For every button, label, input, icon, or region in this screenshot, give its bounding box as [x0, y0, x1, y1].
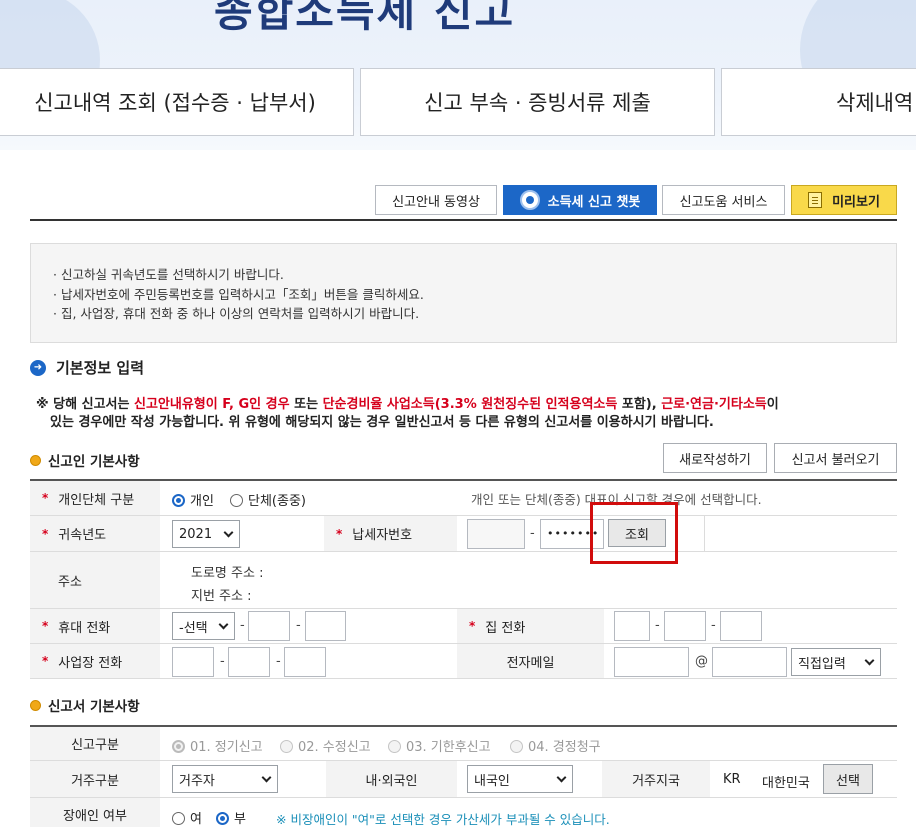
section-title-reporter: 신고인 기본사항: [30, 450, 140, 470]
lot-address: 지번 주소 :: [191, 589, 252, 604]
email-at-sign: @: [695, 654, 708, 669]
section-title-text: 기본정보 입력: [56, 359, 145, 377]
preview-label: 미리보기: [832, 194, 880, 210]
form-row-residence: 거주구분 거주자 내·외국인 내국인 거주지국 KR 대한민국 선택: [30, 761, 897, 798]
year-select[interactable]: 2021: [172, 520, 240, 548]
form-row-disabled: 장애인 여부 여 부 ※ 비장애인이 "여"로 선택한 경우 가산세가 부과될 …: [30, 798, 897, 827]
radio-unchecked-icon: [510, 740, 523, 753]
cell-divider: [704, 516, 705, 551]
orange-dot-icon: [30, 699, 41, 711]
arrow-right-icon: ➜: [30, 359, 46, 376]
chevron-down-icon: [556, 772, 567, 782]
home-phone-2[interactable]: [664, 611, 706, 641]
form-row-year: * 귀속년도 2021 * 납세자번호 - ••••••• 조회: [30, 516, 897, 552]
country-code: KR: [723, 772, 741, 787]
section-title-text: 신고서 기본사항: [48, 699, 140, 715]
label-business-phone: * 사업장 전화: [30, 644, 160, 678]
home-phone-1[interactable]: [614, 611, 650, 641]
radio-unchecked-icon: [388, 740, 401, 753]
radio-individual[interactable]: 개인: [172, 490, 214, 509]
label-residence: 거주구분: [30, 761, 160, 797]
form-row-type: * 개인단체 구분 개인 단체(종중) 개인 또는 단체(종중) 대표이 신고할 …: [30, 481, 897, 516]
chatbot-icon: [519, 190, 540, 210]
taxpayer-number-front[interactable]: [467, 519, 525, 549]
section-title-basic-info: ➜ 기본정보 입력: [30, 357, 144, 378]
report-basic-form: 신고구분 01. 정기신고 02. 수정신고 03. 기한후신고 04. 경정청…: [30, 725, 897, 827]
form-row-address: 주소 도로명 주소 : 지번 주소 :: [30, 552, 897, 609]
radio-unchecked-icon: [280, 740, 293, 753]
notice-line: · 집, 사업장, 휴대 전화 중 하나 이상의 연락처를 입력하시기 바랍니다…: [53, 306, 420, 321]
label-mobile: * 휴대 전화: [30, 609, 160, 643]
section-title-text: 신고인 기본사항: [48, 454, 140, 470]
business-phone-3[interactable]: [284, 647, 326, 677]
label-country: 거주지국: [602, 761, 710, 797]
notice-line: · 납세자번호에 주민등록번호를 입력하시고「조회」버튼을 클릭하세요.: [53, 286, 424, 302]
guide-video-button[interactable]: 신고안내 동영상: [375, 185, 497, 215]
preview-button[interactable]: 미리보기: [791, 185, 897, 215]
eligibility-warning: ※ 당해 신고서는 신고안내유형이 F, G인 경우 또는 단순경비율 사업소득…: [36, 397, 779, 430]
radio-checked-icon: [172, 494, 185, 507]
radio-disabled-no[interactable]: 부: [216, 808, 246, 827]
radio-disabled-yes[interactable]: 여: [172, 808, 202, 827]
country-name: 대한민국: [762, 776, 810, 791]
radio-late-report[interactable]: 03. 기한후신고: [388, 736, 491, 755]
label-type: * 개인단체 구분: [30, 481, 160, 515]
highlight-box: [590, 502, 678, 564]
email-domain-select[interactable]: 직접입력: [791, 648, 881, 676]
orange-dot-icon: [30, 454, 41, 466]
chevron-down-icon: [261, 772, 272, 782]
load-report-button[interactable]: 신고서 불러오기: [774, 443, 897, 473]
chevron-down-icon: [218, 619, 229, 629]
mobile-last-input[interactable]: [305, 611, 346, 641]
notice-box: · 신고하실 귀속년도를 선택하시기 바랍니다. · 납세자번호에 주민등록번호…: [30, 243, 897, 343]
disabled-note: ※ 비장애인이 "여"로 선택한 경우 가산세가 부과될 수 있습니다.: [276, 812, 610, 827]
page-title: 종합소득세 신고: [214, 0, 516, 36]
label-nationality: 내·외국인: [326, 761, 457, 797]
label-home-phone: * 집 전화: [457, 609, 604, 643]
radio-checked-icon: [216, 812, 229, 825]
chevron-down-icon: [864, 655, 875, 665]
tab-report-history[interactable]: 신고내역 조회 (접수증 · 납부서): [0, 68, 354, 136]
radio-regular-report[interactable]: 01. 정기신고: [172, 736, 263, 755]
radio-correction-claim[interactable]: 04. 경정청구: [510, 736, 601, 755]
form-row-report-kind: 신고구분 01. 정기신고 02. 수정신고 03. 기한후신고 04. 경정청…: [30, 727, 897, 761]
chevron-down-icon: [223, 527, 234, 537]
chatbot-label: 소득세 신고 챗봇: [547, 194, 641, 210]
document-icon: [808, 192, 823, 208]
notice-line: · 신고하실 귀속년도를 선택하시기 바랍니다.: [53, 267, 284, 282]
nationality-select[interactable]: 내국인: [467, 765, 573, 793]
radio-amended-report[interactable]: 02. 수정신고: [280, 736, 371, 755]
form-row-business: * 사업장 전화 - - 전자메일 @ 직접입력: [30, 644, 897, 679]
form-row-phone: * 휴대 전화 -선택 - - * 집 전화 - -: [30, 609, 897, 644]
radio-checked-icon: [172, 740, 185, 753]
country-select-button[interactable]: 선택: [823, 764, 873, 794]
label-address: 주소: [30, 552, 160, 608]
label-taxpayer-number: * 납세자번호: [324, 516, 457, 551]
email-domain-input[interactable]: [712, 647, 787, 677]
tab-submit-documents[interactable]: 신고 부속 · 증빙서류 제출: [360, 68, 715, 136]
tab-deleted-history[interactable]: 삭제내역: [721, 68, 916, 136]
mobile-middle-input[interactable]: [248, 611, 290, 641]
label-email: 전자메일: [457, 644, 604, 678]
business-phone-2[interactable]: [228, 647, 270, 677]
residence-select[interactable]: 거주자: [172, 765, 278, 793]
help-service-button[interactable]: 신고도움 서비스: [662, 185, 785, 215]
label-year: * 귀속년도: [30, 516, 160, 551]
label-report-kind: 신고구분: [30, 727, 160, 760]
label-disabled: 장애인 여부: [30, 798, 160, 827]
section-title-report-basic: 신고서 기본사항: [30, 695, 140, 715]
reporter-form: * 개인단체 구분 개인 단체(종중) 개인 또는 단체(종중) 대표이 신고할 …: [30, 479, 897, 679]
chatbot-button[interactable]: 소득세 신고 챗봇: [503, 185, 657, 215]
radio-unchecked-icon: [230, 494, 243, 507]
divider: [30, 219, 897, 221]
mobile-prefix-select[interactable]: -선택: [172, 612, 235, 640]
home-phone-3[interactable]: [720, 611, 762, 641]
email-local-input[interactable]: [614, 647, 689, 677]
new-report-button[interactable]: 새로작성하기: [663, 443, 767, 473]
road-address: 도로명 주소 :: [191, 566, 264, 581]
business-phone-1[interactable]: [172, 647, 214, 677]
radio-group[interactable]: 단체(종중): [230, 490, 306, 509]
radio-unchecked-icon: [172, 812, 185, 825]
